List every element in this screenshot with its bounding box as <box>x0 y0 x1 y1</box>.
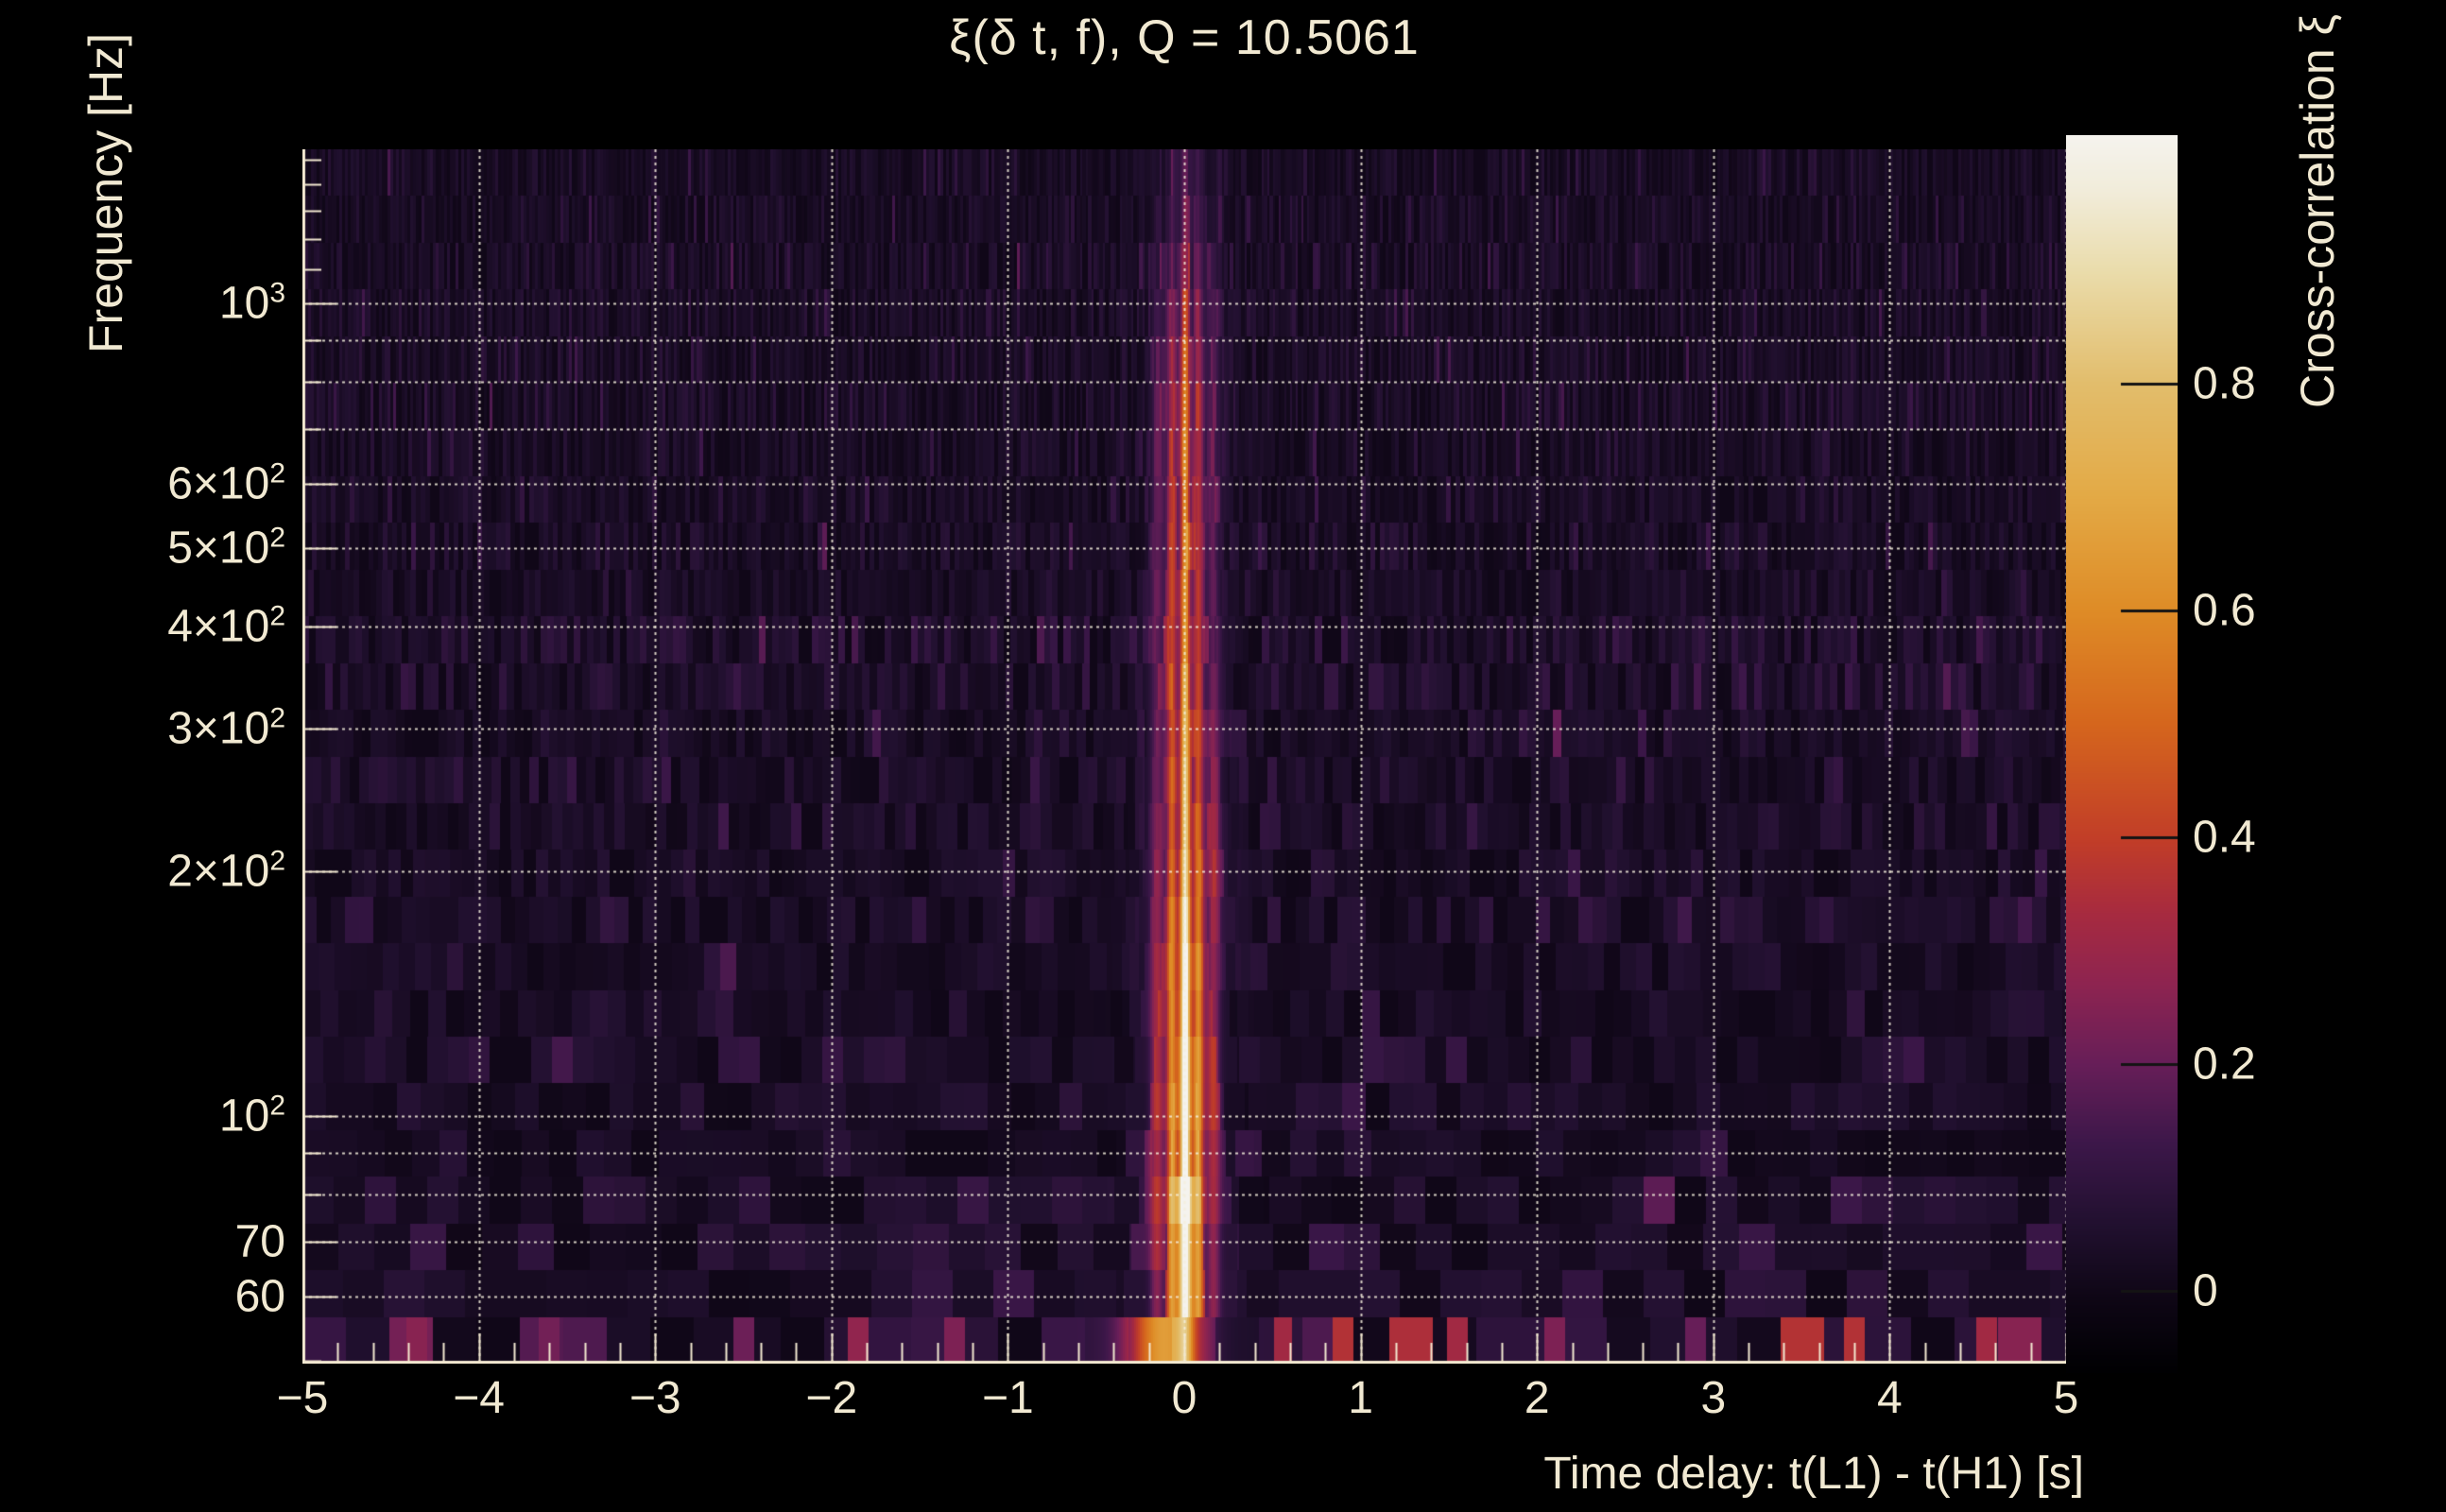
y-tick-main: 6×10 <box>167 458 270 509</box>
y-tick-exponent: 2 <box>269 845 285 877</box>
x-tick-label: 1 <box>1348 1373 1373 1423</box>
chart-title: ξ(δ t, f), Q = 10.5061 <box>949 10 1420 65</box>
y-tick-label: 103 <box>49 277 285 329</box>
y-tick-main: 2×10 <box>167 846 270 897</box>
y-tick-main: 70 <box>234 1216 285 1267</box>
colorbar-tick-label: 0.6 <box>2193 585 2256 636</box>
y-tick-exponent: 3 <box>269 277 285 309</box>
y-tick-main: 4×10 <box>167 601 270 652</box>
y-tick-main: 10 <box>218 278 270 329</box>
colorbar-tick-label: 0.2 <box>2193 1039 2256 1090</box>
y-tick-exponent: 2 <box>269 522 285 554</box>
x-tick-label: −2 <box>805 1373 858 1423</box>
y-tick-label: 60 <box>49 1270 285 1322</box>
x-tick-label: −1 <box>982 1373 1034 1423</box>
page: { "chart_data": { "type": "heatmap", "ti… <box>0 0 2446 1512</box>
y-tick-label: 5×102 <box>49 522 285 574</box>
colorbar-tick-label: 0.4 <box>2193 812 2256 863</box>
y-tick-exponent: 2 <box>269 457 285 490</box>
y-tick-main: 3×10 <box>167 703 270 754</box>
y-tick-label: 6×102 <box>49 457 285 509</box>
y-tick-main: 10 <box>218 1091 270 1142</box>
y-tick-main: 60 <box>234 1271 285 1322</box>
colorbar-tick-label: 0 <box>2193 1265 2218 1316</box>
y-tick-exponent: 2 <box>269 702 285 734</box>
heatmap-canvas <box>302 149 2066 1364</box>
x-tick-label: 2 <box>1524 1373 1550 1423</box>
y-tick-label: 70 <box>49 1216 285 1268</box>
colorbar-tick-label: 0.8 <box>2193 358 2256 409</box>
y-tick-exponent: 2 <box>269 1090 285 1122</box>
x-tick-label: 5 <box>2053 1373 2079 1423</box>
x-axis-label: Time delay: t(L1) - t(H1) [s] <box>1543 1449 2084 1499</box>
y-tick-label: 102 <box>49 1091 285 1143</box>
x-tick-label: −4 <box>453 1373 505 1423</box>
x-tick-label: 0 <box>1171 1373 1197 1423</box>
x-tick-label: −5 <box>276 1373 329 1423</box>
y-tick-label: 2×102 <box>49 846 285 898</box>
y-tick-label: 3×102 <box>49 702 285 754</box>
y-tick-main: 5×10 <box>167 523 270 574</box>
plot-area <box>302 149 2066 1364</box>
colorbar <box>2066 135 2178 1373</box>
y-tick-label: 4×102 <box>49 601 285 653</box>
x-tick-label: 4 <box>1877 1373 1903 1423</box>
y-tick-exponent: 2 <box>269 600 285 632</box>
x-tick-label: 3 <box>1700 1373 1727 1423</box>
x-tick-label: −3 <box>629 1373 681 1423</box>
